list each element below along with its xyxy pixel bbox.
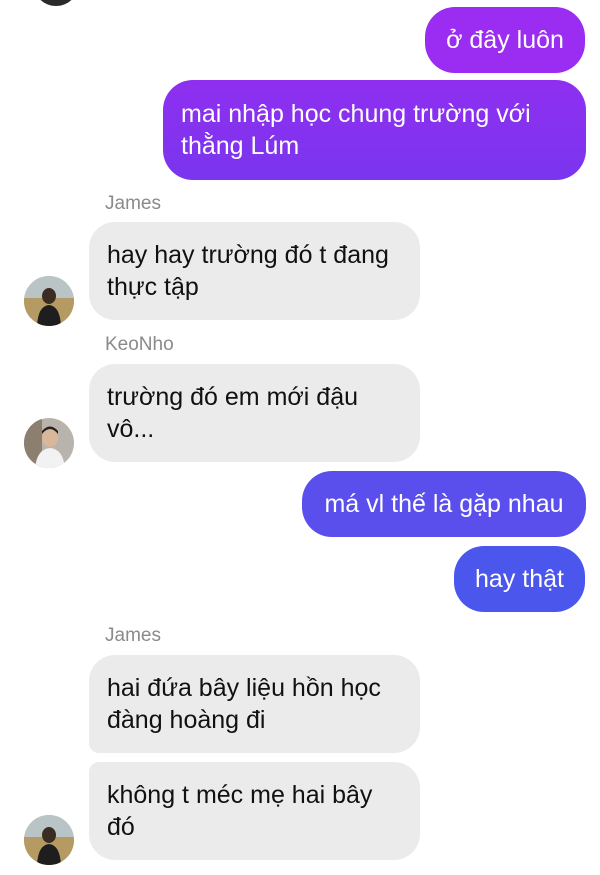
received-message-bubble[interactable]: trường đó em mới đậu vô... xyxy=(89,364,420,462)
received-message-bubble[interactable]: hai đứa bây liệu hồn học đàng hoàng đi xyxy=(89,655,420,753)
sent-message-bubble[interactable]: má vl thế là gặp nhau xyxy=(302,471,586,537)
received-message-bubble[interactable]: không t méc mẹ hai bây đó xyxy=(89,762,420,860)
received-message-bubble[interactable]: hay hay trường đó t đang thực tập xyxy=(89,222,420,320)
sender-name: James xyxy=(105,193,161,214)
sent-message-bubble[interactable]: mai nhập học chung trường với thằng Lúm xyxy=(163,80,586,180)
avatar-partial xyxy=(33,0,79,6)
sent-message-bubble[interactable]: ở đây luôn xyxy=(425,7,585,73)
conversation-view: ở đây luôn mai nhập học chung trường với… xyxy=(0,0,600,875)
sent-message-bubble[interactable]: hay thật xyxy=(454,546,585,612)
james-avatar-icon[interactable] xyxy=(24,815,74,865)
sender-name: KeoNho xyxy=(105,334,174,355)
james-avatar-icon[interactable] xyxy=(24,276,74,326)
sender-name: James xyxy=(105,625,161,646)
keonho-avatar-icon[interactable] xyxy=(24,418,74,468)
